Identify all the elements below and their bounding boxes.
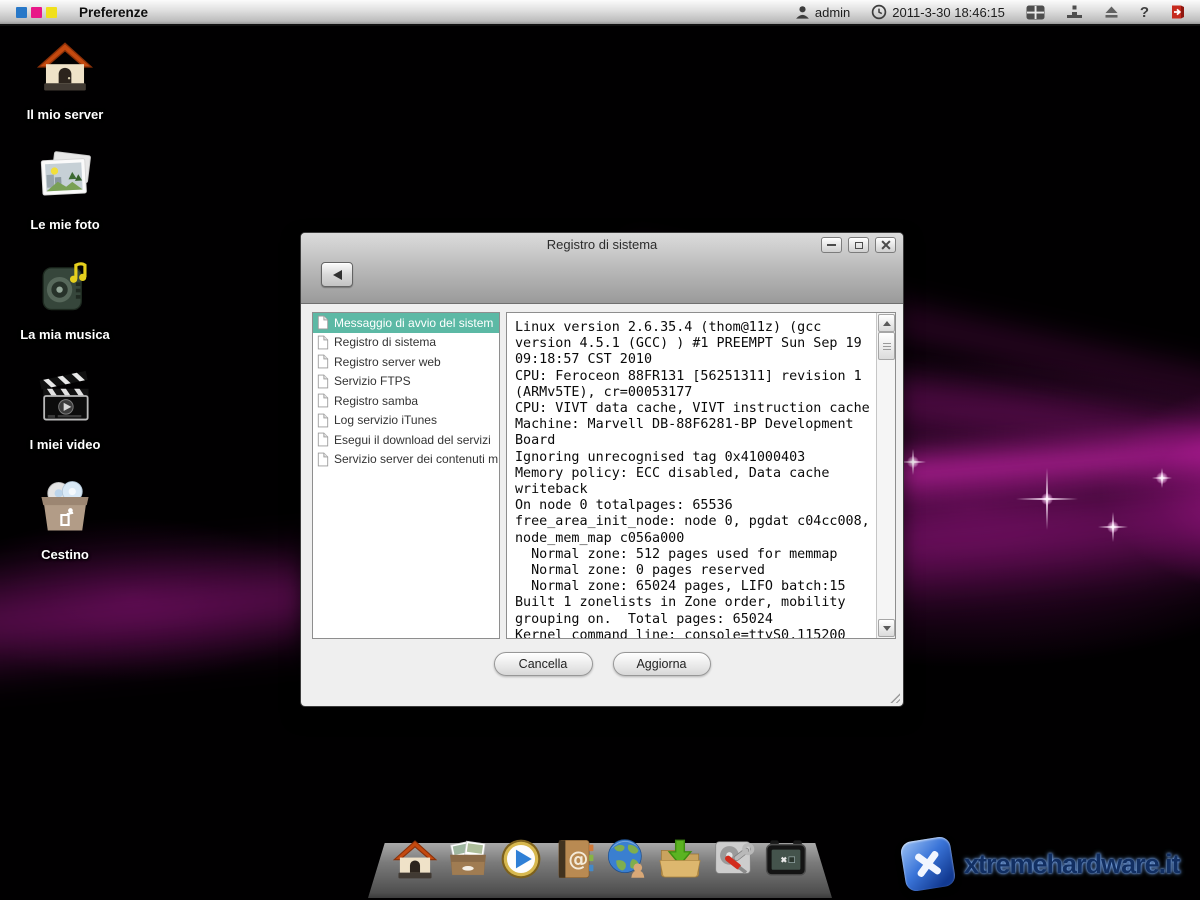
sparkle bbox=[1098, 512, 1128, 542]
dock: @ bbox=[368, 834, 832, 882]
dock-media-player-icon[interactable] bbox=[497, 834, 545, 882]
dock-home-icon[interactable] bbox=[391, 834, 439, 882]
desktop-icon-my-server[interactable]: Il mio server bbox=[8, 34, 122, 144]
log-type-label: Esegui il download del servizi bbox=[334, 433, 491, 447]
xtremehardware-logo-icon bbox=[899, 835, 956, 892]
desktop-icon-my-music[interactable]: La mia musica bbox=[8, 254, 122, 364]
back-button[interactable] bbox=[321, 262, 353, 287]
scroll-up-icon[interactable] bbox=[878, 314, 895, 332]
help-icon[interactable]: ? bbox=[1140, 4, 1149, 21]
svg-text:@: @ bbox=[568, 847, 588, 871]
log-type-item[interactable]: Messaggio di avvio del sistem bbox=[313, 313, 499, 333]
log-type-item[interactable]: Servizio FTPS bbox=[313, 372, 499, 392]
log-scrollbar[interactable] bbox=[876, 313, 895, 638]
music-icon bbox=[36, 254, 94, 314]
logout-icon[interactable] bbox=[1170, 4, 1186, 20]
clock-area[interactable]: 2011-3-30 18:46:15 bbox=[871, 4, 1005, 20]
brand-logo-icon bbox=[16, 7, 57, 18]
dock-media-device-icon[interactable] bbox=[762, 834, 810, 882]
log-type-label: Messaggio di avvio del sistem bbox=[334, 316, 493, 330]
refresh-button[interactable]: Aggiorna bbox=[613, 652, 711, 676]
log-type-label: Servizio server dei contenuti m bbox=[334, 452, 498, 466]
apps-grid-icon[interactable] bbox=[1026, 5, 1045, 20]
top-menubar: Preferenze admin 2011-3-30 18:46:15 ? bbox=[0, 0, 1200, 26]
document-icon bbox=[317, 393, 329, 408]
log-type-item[interactable]: Servizio server dei contenuti m bbox=[313, 450, 499, 470]
sparkle bbox=[1152, 468, 1172, 488]
document-icon bbox=[317, 413, 329, 428]
document-icon bbox=[317, 315, 329, 330]
document-icon bbox=[317, 432, 329, 447]
log-type-item[interactable]: Registro server web bbox=[313, 352, 499, 372]
log-type-item[interactable]: Esegui il download del servizi bbox=[313, 430, 499, 450]
dock-photos-icon[interactable] bbox=[444, 834, 492, 882]
dock-downloads-icon[interactable] bbox=[656, 834, 704, 882]
desktop-icon-column: Il mio server Le mie foto bbox=[8, 34, 122, 584]
scrollbar-thumb[interactable] bbox=[878, 332, 895, 360]
user-icon bbox=[795, 5, 810, 20]
desktop-icon-label: Il mio server bbox=[27, 107, 104, 122]
window-title: Registro di sistema bbox=[301, 237, 903, 252]
background-glow bbox=[880, 330, 1200, 660]
photos-icon bbox=[36, 144, 94, 204]
log-content-panel[interactable]: Linux version 2.6.35.4 (thom@11z) (gcc v… bbox=[506, 312, 896, 639]
system-log-window: Registro di sistema Messaggio di avvio d… bbox=[300, 232, 904, 707]
desktop-icon-label: Le mie foto bbox=[30, 217, 99, 232]
log-type-item[interactable]: Registro samba bbox=[313, 391, 499, 411]
cancel-button[interactable]: Cancella bbox=[494, 652, 593, 676]
eject-icon[interactable] bbox=[1104, 5, 1119, 19]
minimize-icon[interactable] bbox=[821, 237, 842, 253]
back-arrow-icon bbox=[333, 270, 342, 280]
document-icon bbox=[317, 354, 329, 369]
log-type-label: Servizio FTPS bbox=[334, 374, 411, 388]
log-text: Linux version 2.6.35.4 (thom@11z) (gcc v… bbox=[507, 313, 877, 638]
dock-contacts-icon[interactable]: @ bbox=[550, 834, 598, 882]
desktop-icon-my-photos[interactable]: Le mie foto bbox=[8, 144, 122, 254]
username-label: admin bbox=[815, 5, 850, 20]
desktop-icon-my-videos[interactable]: I miei video bbox=[8, 364, 122, 474]
desktop-icon-label: La mia musica bbox=[20, 327, 110, 342]
datetime-label: 2011-3-30 18:46:15 bbox=[892, 5, 1005, 20]
home-icon bbox=[36, 34, 94, 94]
window-titlebar[interactable]: Registro di sistema bbox=[301, 233, 903, 304]
dock-web-icon[interactable] bbox=[603, 834, 651, 882]
dock-system-tools-icon[interactable] bbox=[709, 834, 757, 882]
document-icon bbox=[317, 335, 329, 350]
desktop-icon-trash[interactable]: Cestino bbox=[8, 474, 122, 584]
videos-icon bbox=[36, 364, 94, 424]
log-type-label: Registro samba bbox=[334, 394, 418, 408]
close-icon[interactable] bbox=[875, 237, 896, 253]
resize-grip[interactable] bbox=[888, 691, 900, 703]
log-type-item[interactable]: Registro di sistema bbox=[313, 333, 499, 353]
log-type-list: Messaggio di avvio del sistem Registro d… bbox=[312, 312, 500, 639]
scroll-down-icon[interactable] bbox=[878, 619, 895, 637]
trash-icon bbox=[36, 474, 94, 534]
menubar-title: Preferenze bbox=[79, 5, 148, 20]
document-icon bbox=[317, 452, 329, 467]
log-type-label: Registro di sistema bbox=[334, 335, 436, 349]
log-type-label: Log servizio iTunes bbox=[334, 413, 437, 427]
desktop-icon-label: Cestino bbox=[41, 547, 89, 562]
watermark-text: xtremehardware.it bbox=[964, 849, 1180, 880]
log-type-label: Registro server web bbox=[334, 355, 441, 369]
clock-icon bbox=[871, 4, 887, 20]
sparkle bbox=[1016, 468, 1078, 530]
maximize-icon[interactable] bbox=[848, 237, 869, 253]
log-type-item[interactable]: Log servizio iTunes bbox=[313, 411, 499, 431]
desktop-icon-label: I miei video bbox=[30, 437, 101, 452]
document-icon bbox=[317, 374, 329, 389]
user-menu[interactable]: admin bbox=[795, 5, 850, 20]
site-watermark: xtremehardware.it bbox=[903, 839, 1180, 889]
network-icon[interactable] bbox=[1066, 5, 1083, 19]
